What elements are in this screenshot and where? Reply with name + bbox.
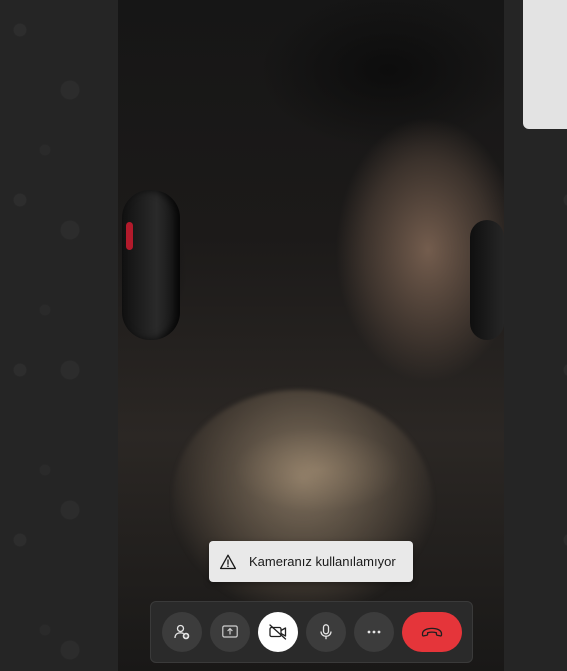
add-participant-button[interactable]	[162, 612, 202, 652]
camera-toggle-button[interactable]	[258, 612, 298, 652]
toast-message: Kameranız kullanılamıyor	[249, 554, 396, 569]
microphone-icon	[317, 623, 335, 641]
add-person-icon	[173, 623, 191, 641]
call-toolbar	[150, 601, 473, 663]
headphone-accent	[126, 222, 133, 250]
more-icon	[365, 623, 383, 641]
camera-off-icon	[268, 623, 288, 641]
warning-icon	[219, 553, 237, 571]
call-window: Kameranız kullanılamıyor	[0, 0, 567, 671]
share-screen-icon	[221, 623, 239, 641]
headphone-right	[470, 220, 504, 340]
camera-unavailable-toast: Kameranız kullanılamıyor	[209, 541, 413, 582]
headphone-left	[122, 190, 180, 340]
microphone-button[interactable]	[306, 612, 346, 652]
end-call-button[interactable]	[402, 612, 462, 652]
hang-up-icon	[420, 625, 444, 639]
share-screen-button[interactable]	[210, 612, 250, 652]
side-panel	[523, 0, 567, 129]
more-options-button[interactable]	[354, 612, 394, 652]
